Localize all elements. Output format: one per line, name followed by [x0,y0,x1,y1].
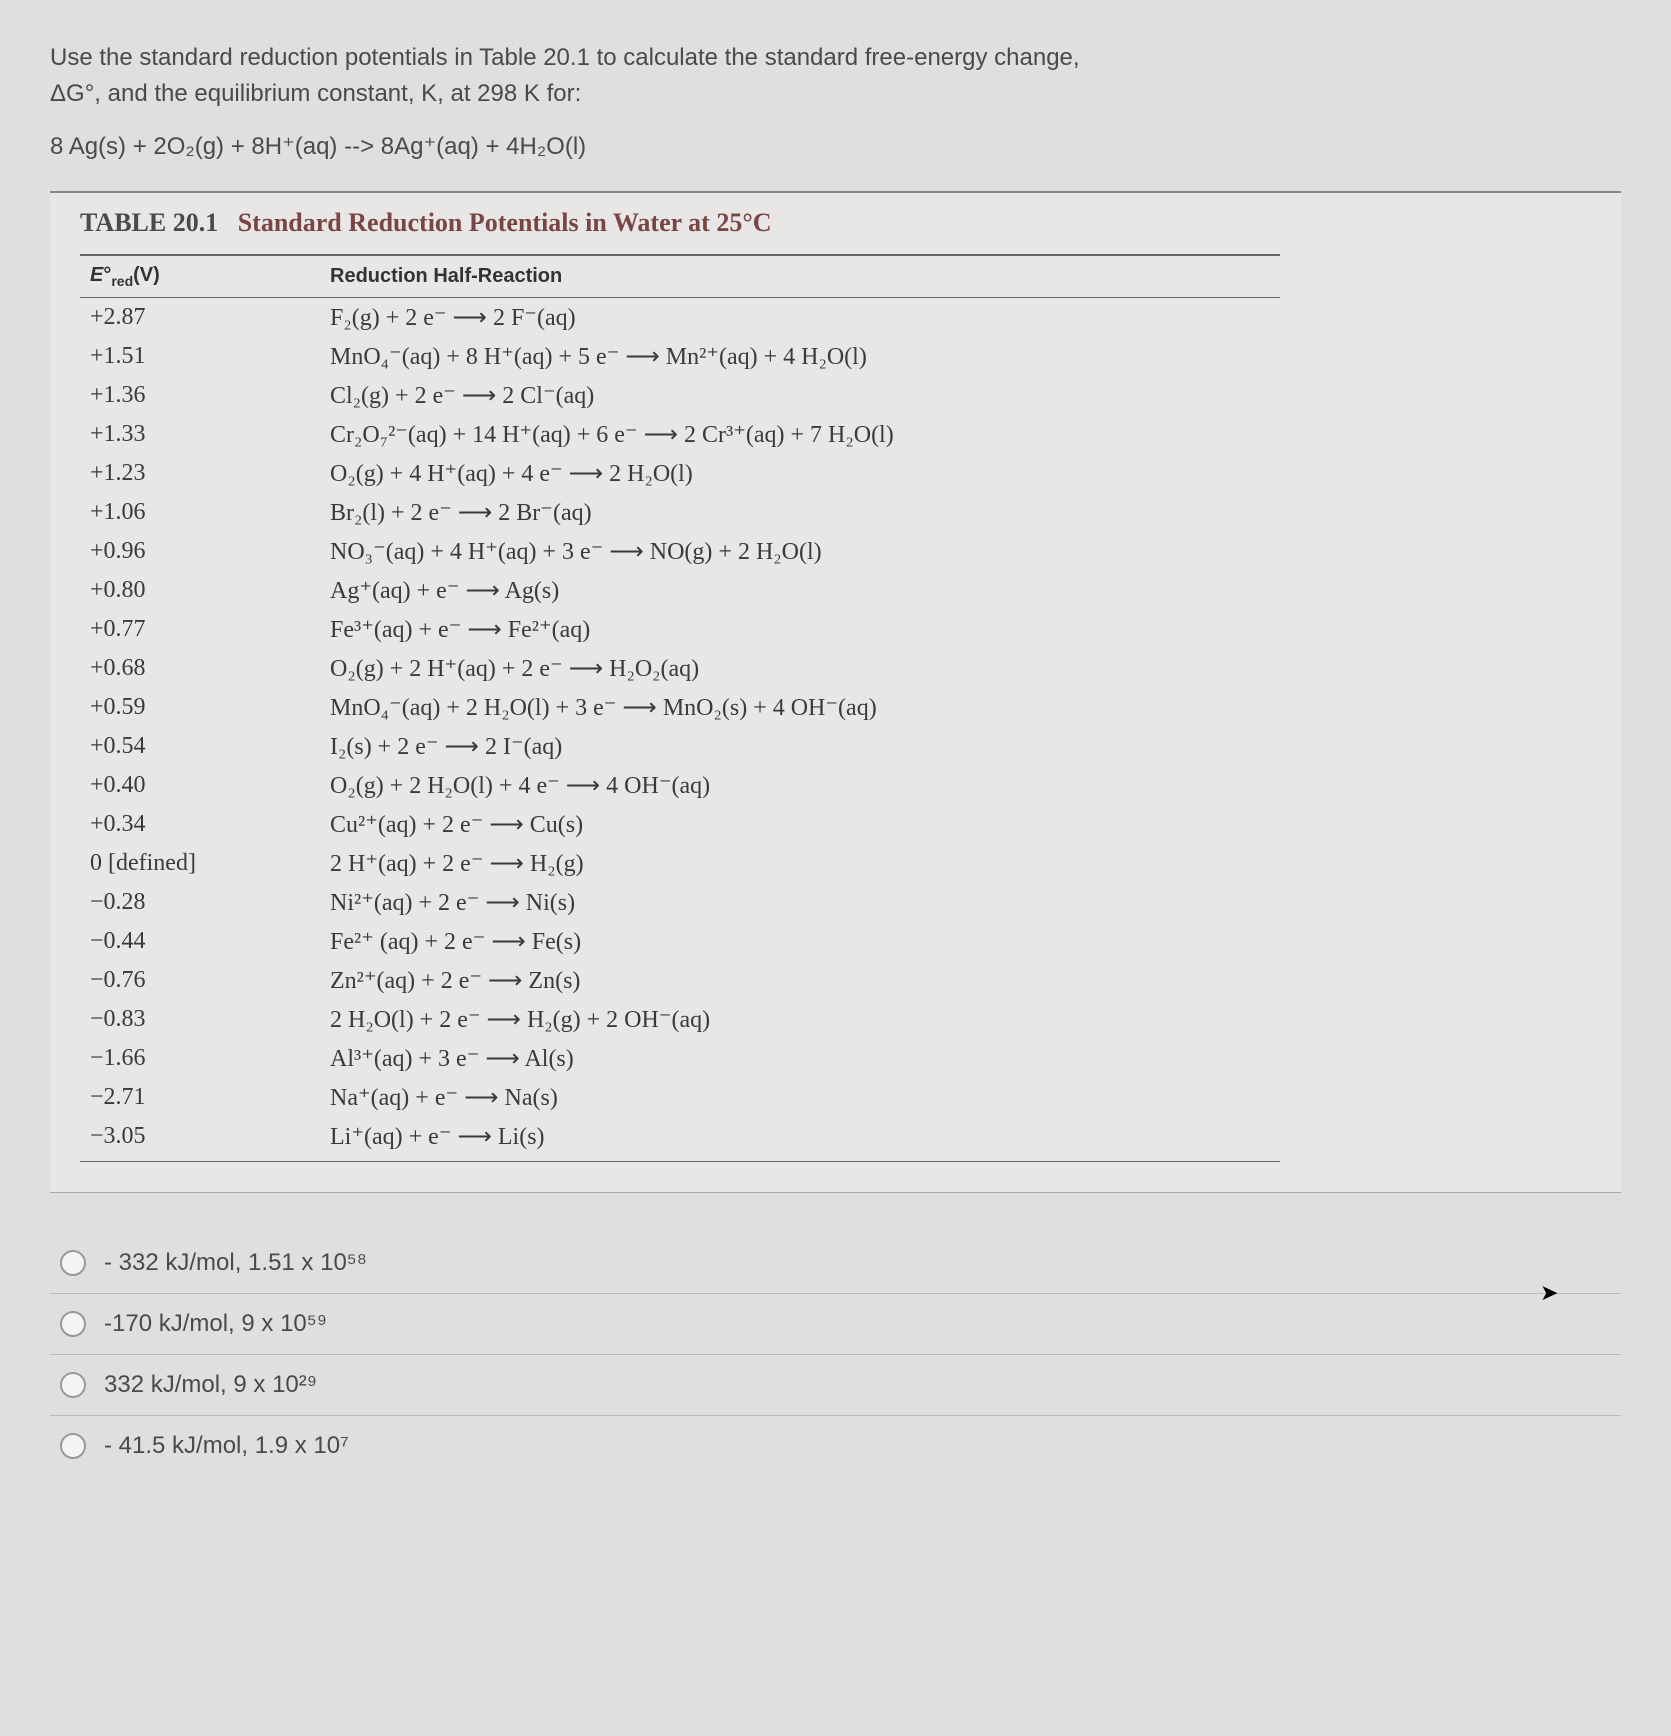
cell-potential: −0.76 [80,961,320,1000]
cell-potential: +0.77 [80,610,320,649]
option-label: -170 kJ/mol, 9 x 10⁵⁹ [104,1310,327,1338]
cell-potential: +0.34 [80,805,320,844]
table-row: +0.40O₂(g) + 2 H₂O(l) + 4 e⁻ ⟶ 4 OH⁻(aq) [80,766,1280,805]
question-line2: ΔG°, and the equilibrium constant, K, at… [50,80,581,107]
cell-reaction: 2 H₂O(l) + 2 e⁻ ⟶ H₂(g) + 2 OH⁻(aq) [320,1000,1280,1039]
table-row: +0.54I₂(s) + 2 e⁻ ⟶ 2 I⁻(aq) [80,727,1280,766]
answer-options: - 332 kJ/mol, 1.51 x 10⁵⁸ -170 kJ/mol, 9… [50,1233,1621,1476]
cell-potential: +2.87 [80,298,320,338]
option-label: 332 kJ/mol, 9 x 10²⁹ [104,1371,317,1399]
th-potential: E°red(V) [80,255,320,298]
cell-reaction: F₂(g) + 2 e⁻ ⟶ 2 F⁻(aq) [320,298,1280,338]
table-row: −3.05Li⁺(aq) + e⁻ ⟶ Li(s) [80,1117,1280,1162]
option-a[interactable]: - 332 kJ/mol, 1.51 x 10⁵⁸ [50,1233,1621,1294]
cell-potential: −0.28 [80,883,320,922]
question-equation: 8 Ag(s) + 2O₂(g) + 8H⁺(aq) --> 8Ag⁺(aq) … [50,132,1621,161]
table-row: −0.44Fe²⁺ (aq) + 2 e⁻ ⟶ Fe(s) [80,922,1280,961]
question-prompt: Use the standard reduction potentials in… [50,40,1621,112]
cell-reaction: Li⁺(aq) + e⁻ ⟶ Li(s) [320,1117,1280,1162]
cell-reaction: Zn²⁺(aq) + 2 e⁻ ⟶ Zn(s) [320,961,1280,1000]
option-c[interactable]: 332 kJ/mol, 9 x 10²⁹ [50,1355,1621,1416]
table-row: +1.33Cr₂O₇²⁻(aq) + 14 H⁺(aq) + 6 e⁻ ⟶ 2 … [80,415,1280,454]
cell-potential: +1.23 [80,454,320,493]
radio-icon[interactable] [60,1311,86,1337]
option-label: - 41.5 kJ/mol, 1.9 x 10⁷ [104,1432,349,1460]
radio-icon[interactable] [60,1250,86,1276]
table-row: +0.77Fe³⁺(aq) + e⁻ ⟶ Fe²⁺(aq) [80,610,1280,649]
table-row: +1.06Br₂(l) + 2 e⁻ ⟶ 2 Br⁻(aq) [80,493,1280,532]
table-row: −0.28Ni²⁺(aq) + 2 e⁻ ⟶ Ni(s) [80,883,1280,922]
cell-potential: +0.80 [80,571,320,610]
table-row: −2.71Na⁺(aq) + e⁻ ⟶ Na(s) [80,1078,1280,1117]
table-title: TABLE 20.1 Standard Reduction Potentials… [80,208,1591,246]
cell-potential: +1.33 [80,415,320,454]
question-line1: Use the standard reduction potentials in… [50,44,1080,71]
cell-reaction: O₂(g) + 2 H⁺(aq) + 2 e⁻ ⟶ H₂O₂(aq) [320,649,1280,688]
cell-reaction: MnO₄⁻(aq) + 2 H₂O(l) + 3 e⁻ ⟶ MnO₂(s) + … [320,688,1280,727]
cell-potential: −3.05 [80,1117,320,1162]
cell-potential: 0 [defined] [80,844,320,883]
table-row: −1.66Al³⁺(aq) + 3 e⁻ ⟶ Al(s) [80,1039,1280,1078]
cell-potential: +1.06 [80,493,320,532]
cell-potential: +1.36 [80,376,320,415]
table-body: +2.87F₂(g) + 2 e⁻ ⟶ 2 F⁻(aq)+1.51MnO₄⁻(a… [80,298,1280,1162]
cell-potential: +0.68 [80,649,320,688]
table-row: −0.832 H₂O(l) + 2 e⁻ ⟶ H₂(g) + 2 OH⁻(aq) [80,1000,1280,1039]
cell-reaction: Ni²⁺(aq) + 2 e⁻ ⟶ Ni(s) [320,883,1280,922]
cell-reaction: Br₂(l) + 2 e⁻ ⟶ 2 Br⁻(aq) [320,493,1280,532]
table-row: +1.36Cl₂(g) + 2 e⁻ ⟶ 2 Cl⁻(aq) [80,376,1280,415]
table-row: −0.76Zn²⁺(aq) + 2 e⁻ ⟶ Zn(s) [80,961,1280,1000]
cell-potential: +0.59 [80,688,320,727]
option-d[interactable]: - 41.5 kJ/mol, 1.9 x 10⁷ [50,1416,1621,1476]
cell-reaction: MnO₄⁻(aq) + 8 H⁺(aq) + 5 e⁻ ⟶ Mn²⁺(aq) +… [320,337,1280,376]
cell-reaction: O₂(g) + 4 H⁺(aq) + 4 e⁻ ⟶ 2 H₂O(l) [320,454,1280,493]
cell-potential: +0.96 [80,532,320,571]
table-row: +0.59MnO₄⁻(aq) + 2 H₂O(l) + 3 e⁻ ⟶ MnO₂(… [80,688,1280,727]
table-row: +0.68O₂(g) + 2 H⁺(aq) + 2 e⁻ ⟶ H₂O₂(aq) [80,649,1280,688]
option-b[interactable]: -170 kJ/mol, 9 x 10⁵⁹ [50,1294,1621,1355]
cell-reaction: NO₃⁻(aq) + 4 H⁺(aq) + 3 e⁻ ⟶ NO(g) + 2 H… [320,532,1280,571]
table-row: +0.80Ag⁺(aq) + e⁻ ⟶ Ag(s) [80,571,1280,610]
cell-potential: −0.44 [80,922,320,961]
cell-potential: +0.54 [80,727,320,766]
table-caption: Standard Reduction Potentials in Water a… [238,208,772,237]
table-number: TABLE 20.1 [80,208,218,237]
table-row: +1.51MnO₄⁻(aq) + 8 H⁺(aq) + 5 e⁻ ⟶ Mn²⁺(… [80,337,1280,376]
reduction-table: TABLE 20.1 Standard Reduction Potentials… [50,191,1621,1193]
cell-potential: −2.71 [80,1078,320,1117]
cell-potential: +0.40 [80,766,320,805]
radio-icon[interactable] [60,1372,86,1398]
radio-icon[interactable] [60,1433,86,1459]
cell-reaction: 2 H⁺(aq) + 2 e⁻ ⟶ H₂(g) [320,844,1280,883]
table-row: +1.23O₂(g) + 4 H⁺(aq) + 4 e⁻ ⟶ 2 H₂O(l) [80,454,1280,493]
table-row: 0 [defined]2 H⁺(aq) + 2 e⁻ ⟶ H₂(g) [80,844,1280,883]
cursor-icon: ➤ [1540,1280,1558,1306]
potentials-table: E°red(V) Reduction Half-Reaction +2.87F₂… [80,254,1280,1162]
option-label: - 332 kJ/mol, 1.51 x 10⁵⁸ [104,1249,367,1277]
cell-reaction: Fe³⁺(aq) + e⁻ ⟶ Fe²⁺(aq) [320,610,1280,649]
cell-reaction: Na⁺(aq) + e⁻ ⟶ Na(s) [320,1078,1280,1117]
cell-reaction: Ag⁺(aq) + e⁻ ⟶ Ag(s) [320,571,1280,610]
cell-potential: −1.66 [80,1039,320,1078]
table-row: +0.34Cu²⁺(aq) + 2 e⁻ ⟶ Cu(s) [80,805,1280,844]
cell-reaction: Fe²⁺ (aq) + 2 e⁻ ⟶ Fe(s) [320,922,1280,961]
table-row: +2.87F₂(g) + 2 e⁻ ⟶ 2 F⁻(aq) [80,298,1280,338]
cell-reaction: O₂(g) + 2 H₂O(l) + 4 e⁻ ⟶ 4 OH⁻(aq) [320,766,1280,805]
th-reaction: Reduction Half-Reaction [320,255,1280,298]
cell-reaction: Cl₂(g) + 2 e⁻ ⟶ 2 Cl⁻(aq) [320,376,1280,415]
cell-reaction: Cu²⁺(aq) + 2 e⁻ ⟶ Cu(s) [320,805,1280,844]
cell-reaction: Cr₂O₇²⁻(aq) + 14 H⁺(aq) + 6 e⁻ ⟶ 2 Cr³⁺(… [320,415,1280,454]
cell-reaction: I₂(s) + 2 e⁻ ⟶ 2 I⁻(aq) [320,727,1280,766]
cell-reaction: Al³⁺(aq) + 3 e⁻ ⟶ Al(s) [320,1039,1280,1078]
table-row: +0.96NO₃⁻(aq) + 4 H⁺(aq) + 3 e⁻ ⟶ NO(g) … [80,532,1280,571]
cell-potential: −0.83 [80,1000,320,1039]
cell-potential: +1.51 [80,337,320,376]
